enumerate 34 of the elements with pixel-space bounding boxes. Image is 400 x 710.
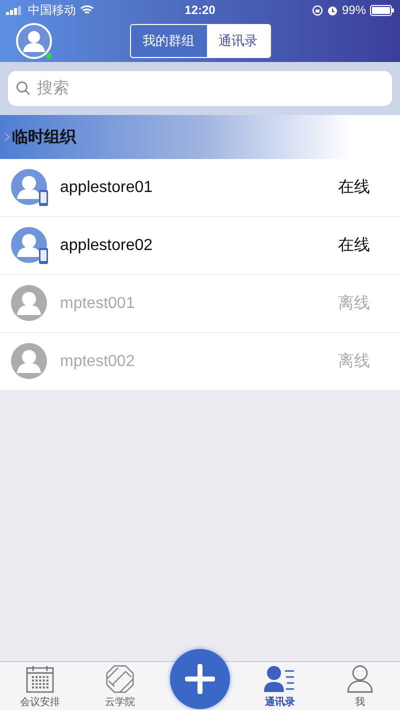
- contact-row[interactable]: applestore02 在线: [0, 217, 400, 275]
- contact-status: 离线: [338, 352, 370, 372]
- carrier-name: 中国移动: [28, 2, 76, 18]
- tab-item[interactable]: 云学院: [80, 662, 160, 710]
- segment-tab[interactable]: 我的群组: [130, 25, 206, 57]
- search-field[interactable]: 搜索: [8, 71, 392, 106]
- signal-icon: [6, 6, 24, 14]
- battery-percent: 99%: [342, 3, 366, 17]
- contacts-icon: [264, 664, 296, 694]
- contact-name: applestore02: [60, 236, 154, 254]
- search-icon: [16, 81, 31, 96]
- contact-name: applestore01: [60, 178, 154, 196]
- rotation-lock-icon: [312, 4, 323, 16]
- group-header[interactable]: 临时组织: [0, 115, 400, 159]
- tab-item[interactable]: 通讯录: [240, 662, 320, 710]
- status-time: 12:20: [184, 3, 216, 17]
- contact-status: 离线: [338, 294, 370, 314]
- person-icon: [346, 664, 374, 694]
- octagon-logo-icon: [104, 664, 136, 694]
- contact-name: mptest002: [60, 352, 136, 370]
- battery-icon: [370, 4, 394, 16]
- user-avatar[interactable]: [16, 23, 52, 59]
- contact-status: 在线: [338, 236, 370, 256]
- add-button[interactable]: [170, 649, 230, 709]
- plus-icon: [185, 664, 215, 694]
- calendar-icon: [25, 664, 55, 694]
- contact-row[interactable]: applestore01 在线: [0, 159, 400, 217]
- tab-item[interactable]: 会议安排: [0, 662, 80, 710]
- tab-item[interactable]: 我: [320, 662, 400, 710]
- wifi-icon: [80, 5, 94, 15]
- alarm-icon: [326, 4, 338, 16]
- contact-status: 在线: [338, 178, 370, 198]
- contact-name: mptest001: [60, 294, 136, 312]
- group-title: 临时组织: [12, 128, 76, 148]
